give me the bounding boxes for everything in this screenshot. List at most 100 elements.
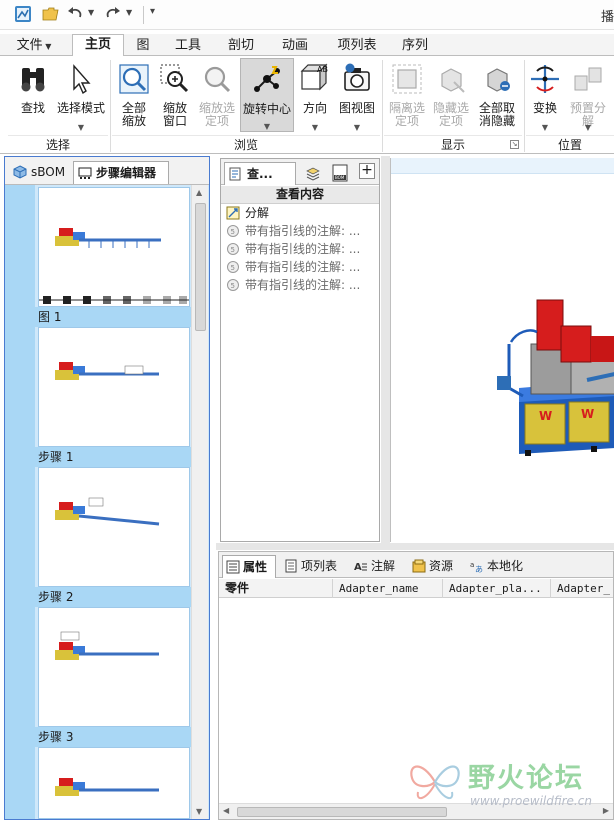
machine-thumbnail-image (55, 631, 159, 660)
machine-thumbnail-image (55, 362, 159, 380)
column-header-part[interactable]: 零件 (219, 579, 333, 598)
cursor-arrow-icon (73, 64, 91, 95)
machine-thumbnail-image (55, 497, 160, 526)
list-item-explode[interactable]: 分解 (223, 204, 377, 222)
explode-state-icon (226, 206, 240, 220)
chevron-down-icon: ▼ (541, 123, 549, 132)
layers-icon[interactable] (305, 165, 321, 181)
customize-qat-icon[interactable]: ▾ (150, 6, 155, 17)
isolate-button[interactable]: 隔离选 定项 (386, 58, 428, 132)
step-label[interactable]: 步骤 3 (35, 727, 191, 747)
add-tab-button[interactable]: + (359, 163, 375, 179)
tab-view-contents[interactable]: 查... (224, 162, 296, 185)
properties-icon (226, 560, 240, 574)
tab-resources[interactable]: 资源 (409, 555, 463, 578)
scroll-down-icon[interactable]: ▼ (196, 807, 202, 816)
vertical-splitter[interactable] (381, 156, 390, 544)
step-thumbnail[interactable] (38, 467, 190, 587)
app-icon[interactable] (14, 5, 32, 23)
zoom-all-button[interactable]: 全部 缩放 (116, 58, 152, 132)
list-item-note[interactable]: 5 带有指引线的注解: ... (223, 240, 377, 258)
left-panel-tabs: sBOM 步骤编辑器 (5, 157, 209, 185)
scrollbar-thumb[interactable] (195, 203, 206, 331)
tab-item-list[interactable]: 项列表 (326, 36, 388, 56)
preset-explode-button[interactable]: 预置分 解 ▼ (566, 58, 610, 132)
redo-dropdown-icon[interactable]: ▼ (126, 8, 132, 17)
group-separator (382, 60, 383, 152)
zoom-window-button[interactable]: 缩放 窗口 (156, 58, 194, 132)
scroll-up-icon[interactable]: ▲ (196, 188, 202, 197)
step-label[interactable]: 图 1 (35, 307, 191, 327)
select-mode-button[interactable]: 选择模式 ▼ (56, 58, 106, 132)
tab-localization[interactable]: aあ 本地化 (467, 555, 535, 578)
tab-section[interactable]: 剖切 (218, 36, 264, 56)
list-item-note[interactable]: 5 带有指引线的注解: ... (223, 258, 377, 276)
svg-text:W: W (581, 407, 594, 421)
tab-tools[interactable]: 工具 (164, 36, 212, 56)
list-icon (285, 559, 297, 573)
transform-button[interactable]: 变换 ▼ (526, 58, 564, 132)
column-header-adapter[interactable]: Adapter_ (551, 579, 613, 598)
open-folder-icon[interactable] (42, 5, 60, 23)
column-header-adapter-place[interactable]: Adapter_pla... (443, 579, 551, 598)
find-button[interactable]: 查找 (12, 58, 54, 132)
zoom-selected-button[interactable]: 缩放选 定项 (196, 58, 238, 132)
orientation-icon: AB (300, 63, 328, 91)
tab-home[interactable]: 主页 (72, 34, 124, 57)
tab-annotations[interactable]: A 注解 (351, 555, 403, 578)
left-panel-scrollbar[interactable]: ▲ ▼ (191, 185, 208, 819)
tab-file[interactable]: 文件 ▼ (8, 36, 60, 56)
group-separator (110, 60, 111, 152)
step-label[interactable]: 步骤 1 (35, 447, 191, 467)
annotation-icon: A (354, 562, 367, 573)
redo-icon[interactable] (104, 5, 122, 23)
horizontal-splitter[interactable] (216, 543, 614, 550)
tab-sbom[interactable]: sBOM (9, 161, 69, 184)
3d-viewport[interactable]: W W (390, 158, 614, 542)
ribbon-panel: 查找 选择模式 ▼ 全部 缩放 缩放 窗口 缩放选 定项 旋转中心 ▼ AB 方… (0, 56, 614, 154)
tab-sequence[interactable]: 序列 (392, 36, 438, 56)
machine-thumbnail-image (55, 778, 159, 796)
column-header-adapter-name[interactable]: Adapter_name (333, 579, 443, 598)
zoom-all-icon (119, 64, 149, 94)
toolbar-separator (143, 6, 144, 24)
zoom-selected-icon (204, 66, 231, 93)
transform-icon (531, 65, 559, 93)
watermark-text: 野火论坛 (468, 763, 584, 794)
svg-text:a: a (470, 561, 474, 569)
dialog-launcher-icon[interactable]: ↘ (510, 140, 519, 149)
view-button[interactable]: 图视图 ▼ (336, 58, 378, 132)
step-thumbnail[interactable] (38, 187, 190, 307)
spin-center-button[interactable]: 旋转中心 ▼ (240, 58, 294, 132)
group-label-position: 位置 (526, 135, 614, 154)
camera-icon (344, 63, 370, 91)
tab-step-editor[interactable]: 步骤编辑器 (73, 161, 169, 184)
undo-dropdown-icon[interactable]: ▼ (88, 8, 94, 17)
list-item-note[interactable]: 5 带有指引线的注解: ... (223, 276, 377, 294)
file-dropdown-icon: ▼ (42, 42, 52, 51)
chevron-down-icon: ▼ (311, 123, 319, 132)
tab-properties[interactable]: 属性 (222, 555, 276, 578)
step-thumbnail[interactable] (38, 607, 190, 727)
orientation-button[interactable]: AB 方向 ▼ (296, 58, 334, 132)
tab-item-list[interactable]: 项列表 (281, 555, 345, 578)
svg-text:あ: あ (475, 565, 483, 573)
step-label[interactable]: 步骤 2 (35, 587, 191, 607)
step-thumbnail[interactable] (38, 327, 190, 447)
undo-icon[interactable] (66, 5, 84, 23)
chevron-down-icon: ▼ (77, 123, 85, 132)
tree-icon (229, 167, 241, 181)
tab-figure[interactable]: 图 (128, 36, 158, 56)
hide-button[interactable]: 隐藏选 定项 (430, 58, 472, 132)
step-thumbnail[interactable] (38, 747, 190, 819)
bom-icon[interactable]: BOM (331, 164, 349, 182)
list-item-note[interactable]: 5 带有指引线的注解: ... (223, 222, 377, 240)
svg-text:5: 5 (231, 246, 235, 254)
scroll-left-icon[interactable]: ◀ (223, 806, 229, 815)
ribbon-tab-bar: 文件 ▼ 主页 图 工具 剖切 动画 项列表 序列 (0, 34, 614, 57)
hide-icon (441, 68, 465, 93)
tab-animation[interactable]: 动画 (270, 36, 320, 56)
unhide-all-button[interactable]: 全部取 消隐藏 (474, 58, 520, 132)
watermark-url: www.proewildfire.cn (470, 794, 592, 808)
middle-panel-tabs: 查... BOM + (221, 159, 379, 185)
